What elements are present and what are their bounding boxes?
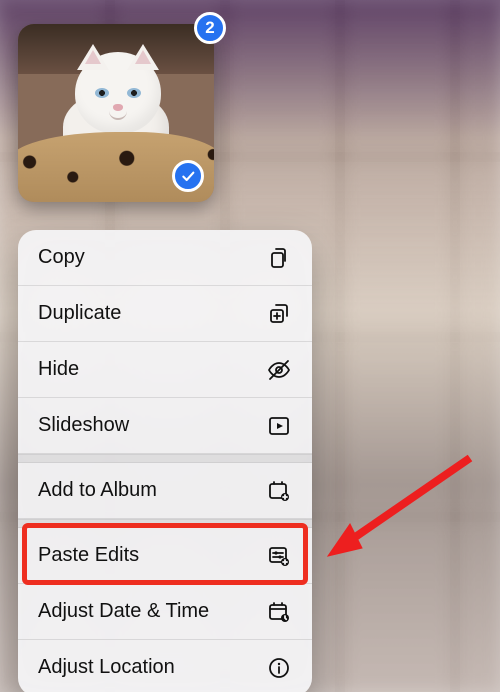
menu-item-label: Adjust Location: [38, 656, 175, 679]
annotation-arrow: [320, 440, 490, 570]
menu-item-hide[interactable]: Hide: [18, 342, 312, 398]
menu-item-slideshow[interactable]: Slideshow: [18, 398, 312, 454]
menu-item-label: Copy: [38, 246, 85, 269]
selected-photo-thumbnail[interactable]: 2: [18, 24, 214, 202]
menu-item-label: Hide: [38, 358, 79, 381]
menu-item-label: Adjust Date & Time: [38, 600, 209, 623]
calendar-clock-icon: [266, 599, 292, 625]
menu-item-label: Add to Album: [38, 479, 157, 502]
menu-item-copy[interactable]: Copy: [18, 230, 312, 286]
album-plus-icon: [266, 478, 292, 504]
menu-item-label: Paste Edits: [38, 544, 139, 567]
menu-separator: [18, 454, 312, 463]
menu-item-label: Duplicate: [38, 302, 121, 325]
eye-slash-icon: [266, 357, 292, 383]
menu-item-adjust-date-time[interactable]: Adjust Date & Time: [18, 584, 312, 640]
photos-grid-background: 2 Copy Duplicate Hide Slideshow: [0, 0, 500, 692]
check-icon: [180, 168, 196, 184]
context-menu: Copy Duplicate Hide Slideshow Add: [18, 230, 312, 692]
selection-count-badge: 2: [194, 12, 226, 44]
sliders-plus-icon: [266, 543, 292, 569]
menu-item-adjust-location[interactable]: Adjust Location: [18, 640, 312, 692]
menu-separator: [18, 519, 312, 528]
menu-item-duplicate[interactable]: Duplicate: [18, 286, 312, 342]
info-icon: [266, 655, 292, 681]
menu-item-paste-edits[interactable]: Paste Edits: [18, 528, 312, 584]
play-square-icon: [266, 413, 292, 439]
copy-icon: [266, 245, 292, 271]
selection-check-badge: [172, 160, 204, 192]
menu-item-add-to-album[interactable]: Add to Album: [18, 463, 312, 519]
duplicate-icon: [266, 301, 292, 327]
menu-item-label: Slideshow: [38, 414, 129, 437]
